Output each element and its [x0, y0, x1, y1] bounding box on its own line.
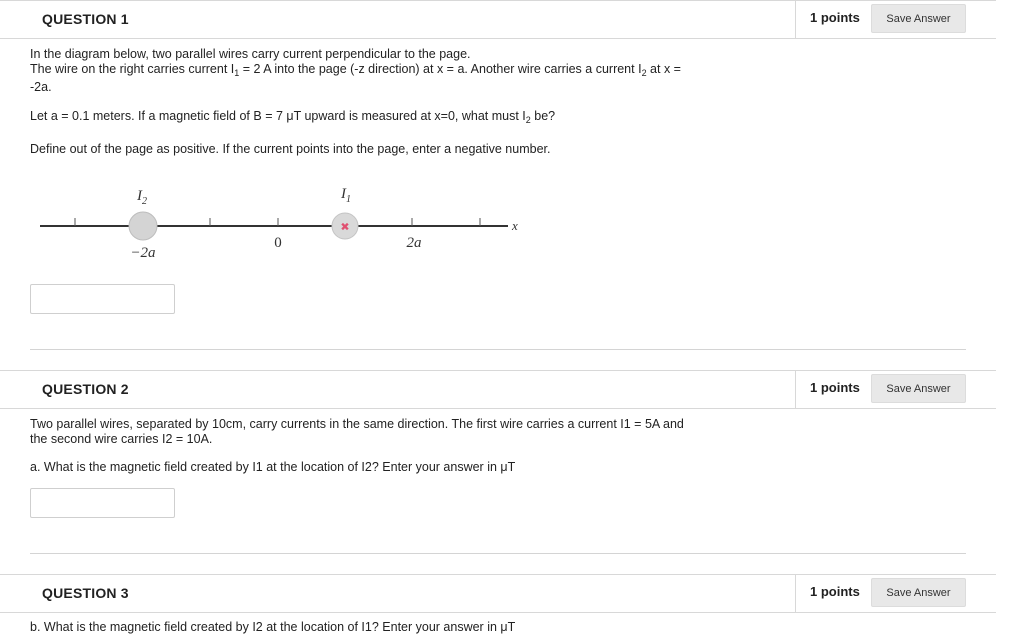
question-3-title: QUESTION 3: [42, 585, 129, 601]
question-3-text-line-1: b. What is the magnetic field created by…: [30, 620, 516, 634]
question-3-side: 1 points Save Answer: [795, 574, 996, 613]
question-2-answer-input[interactable]: [30, 488, 175, 518]
label-i2: I2: [136, 188, 147, 207]
question-1-text-line-4: Let a = 0.1 meters. If a magnetic field …: [30, 109, 556, 125]
question-2-save-button[interactable]: Save Answer: [871, 374, 966, 403]
question-1-side: 1 points Save Answer: [795, 0, 996, 39]
question-1-header: QUESTION 1 1 points Save Answer: [0, 0, 996, 39]
question-2-text-line-2: the second wire carries I2 = 10A.: [30, 432, 213, 446]
question-1-divider: [30, 349, 966, 350]
question-3-save-button[interactable]: Save Answer: [871, 578, 966, 607]
question-2-header: QUESTION 2 1 points Save Answer: [0, 370, 996, 409]
question-1-answer-input[interactable]: [30, 284, 175, 314]
question-1-points: 1 points: [810, 10, 860, 25]
question-2-title: QUESTION 2: [42, 381, 129, 397]
label-i1: I1: [340, 186, 351, 205]
question-3-header: QUESTION 3 1 points Save Answer: [0, 574, 996, 613]
question-1-text-line-3: -2a.: [30, 80, 52, 94]
question-1-text-line-5: Define out of the page as positive. If t…: [30, 142, 551, 156]
wire-diagram: ✖ I2 I1 −2a 0 2a x: [40, 186, 518, 261]
question-2-points: 1 points: [810, 380, 860, 395]
label-x-axis: x: [511, 218, 518, 233]
question-1-title: QUESTION 1: [42, 11, 129, 27]
question-1-text-line-2: The wire on the right carries current I1…: [30, 62, 681, 78]
into-page-icon: ✖: [340, 221, 349, 234]
question-2-side: 1 points Save Answer: [795, 370, 996, 409]
question-3-points: 1 points: [810, 584, 860, 599]
wire-i2-circle: [128, 211, 158, 241]
question-1-save-button[interactable]: Save Answer: [871, 4, 966, 33]
label-2a: 2a: [407, 235, 422, 251]
question-2-text-line-3: a. What is the magnetic field created by…: [30, 460, 516, 474]
label-neg-2a: −2a: [130, 245, 155, 261]
quiz-page: QUESTION 1 1 points Save Answer In the d…: [0, 0, 1024, 644]
question-2-text-line-1: Two parallel wires, separated by 10cm, c…: [30, 417, 684, 431]
question-2-divider: [30, 553, 966, 554]
label-zero: 0: [274, 235, 282, 251]
question-1-text-line-1: In the diagram below, two parallel wires…: [30, 47, 471, 61]
